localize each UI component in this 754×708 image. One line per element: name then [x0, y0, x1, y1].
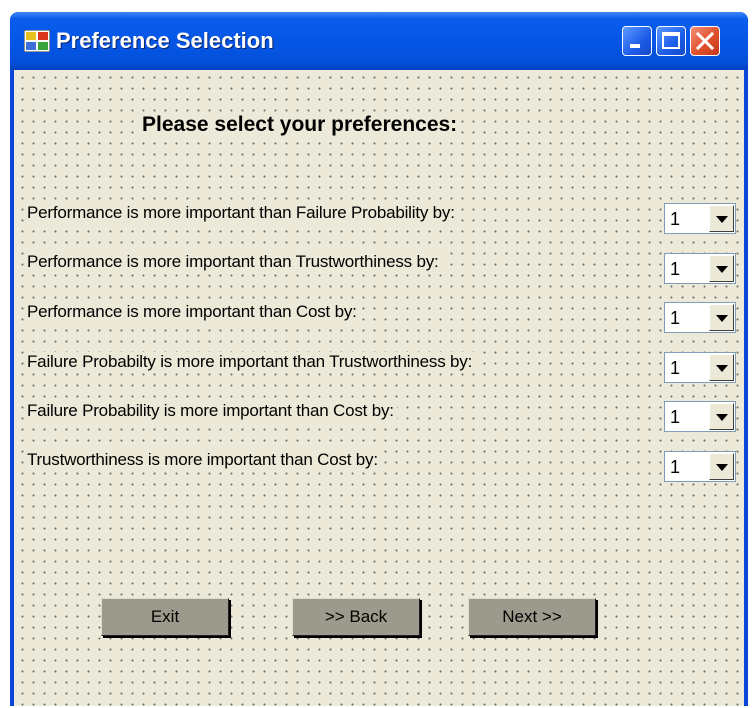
preference-select-perf-vs-trust[interactable]: 1	[664, 253, 736, 284]
preference-select-perf-vs-failure[interactable]: 1	[664, 203, 736, 234]
dropdown-button[interactable]	[709, 403, 734, 430]
maximize-icon	[662, 32, 680, 49]
app-window-icon	[24, 30, 50, 52]
preference-select-failure-vs-trust[interactable]: 1	[664, 352, 736, 383]
selected-value: 1	[670, 457, 681, 477]
close-icon	[695, 31, 715, 51]
back-button[interactable]: >> Back	[292, 598, 420, 636]
close-button[interactable]	[690, 26, 720, 56]
selected-value: 1	[670, 308, 681, 328]
preference-label-failure-vs-trust: Failure Probabilty is more important tha…	[24, 352, 476, 372]
minimize-button[interactable]	[622, 26, 652, 56]
dropdown-button[interactable]	[709, 255, 734, 282]
preference-label-failure-vs-cost: Failure Probability is more important th…	[24, 401, 397, 421]
preference-select-trust-vs-cost[interactable]: 1	[664, 451, 736, 482]
dropdown-button[interactable]	[709, 304, 734, 331]
next-button[interactable]: Next >>	[468, 598, 596, 636]
chevron-down-icon	[716, 266, 728, 273]
window-title: Preference Selection	[56, 28, 274, 53]
page-heading: Please select your preferences:	[140, 113, 460, 137]
form-client-area: Please select your preferences: Performa…	[14, 70, 744, 706]
selected-value: 1	[670, 209, 681, 229]
preference-label-perf-vs-trust: Performance is more important than Trust…	[24, 252, 442, 272]
selected-value: 1	[670, 358, 681, 378]
minimize-icon	[630, 44, 640, 48]
maximize-button[interactable]	[656, 26, 686, 56]
chevron-down-icon	[716, 464, 728, 471]
chevron-down-icon	[716, 216, 728, 223]
preference-select-failure-vs-cost[interactable]: 1	[664, 401, 736, 432]
dropdown-button[interactable]	[709, 354, 734, 381]
chevron-down-icon	[716, 365, 728, 372]
preference-label-perf-vs-cost: Performance is more important than Cost …	[24, 302, 360, 322]
dropdown-button[interactable]	[709, 205, 734, 232]
selected-value: 1	[670, 407, 681, 427]
chevron-down-icon	[716, 414, 728, 421]
dropdown-button[interactable]	[709, 453, 734, 480]
preference-select-perf-vs-cost[interactable]: 1	[664, 302, 736, 333]
chevron-down-icon	[716, 315, 728, 322]
title-bar[interactable]: Preference Selection	[10, 12, 748, 70]
exit-button[interactable]: Exit	[101, 598, 229, 636]
preference-selection-window: Preference Selection Please select your …	[10, 12, 748, 706]
preference-label-perf-vs-failure: Performance is more important than Failu…	[24, 203, 458, 223]
selected-value: 1	[670, 259, 681, 279]
preference-label-trust-vs-cost: Trustworthiness is more important than C…	[24, 450, 381, 470]
